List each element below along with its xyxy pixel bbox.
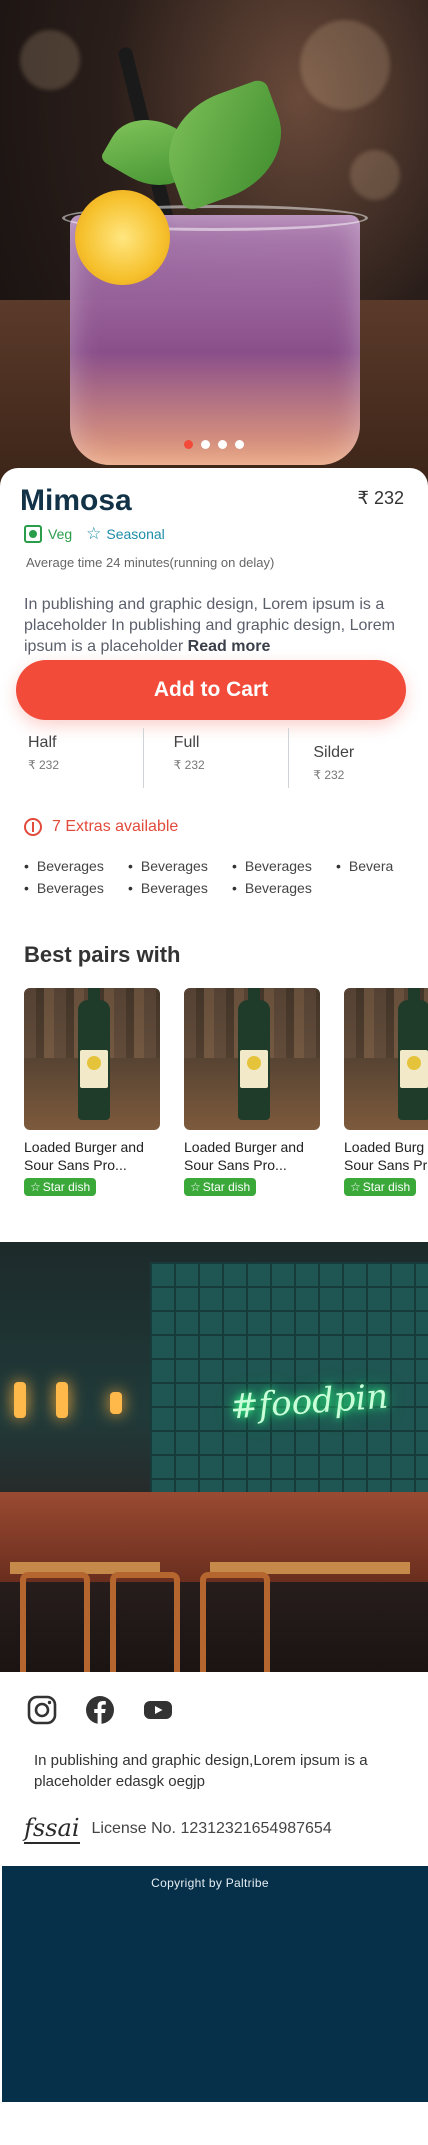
chair	[200, 1572, 270, 1672]
product-tags: Veg ☆ Seasonal	[24, 524, 165, 544]
star-dish-badge: ☆ Star dish	[344, 1178, 417, 1196]
extras-item: Beverages	[232, 880, 336, 896]
portion-price: ₹ 232	[173, 758, 205, 772]
extras-label: 7 Extras available	[52, 818, 179, 835]
best-pairs-carousel[interactable]: Loaded Burger and Sour Sans Pro... ☆ Sta…	[24, 988, 428, 1196]
product-hero-image[interactable]	[0, 0, 428, 490]
portion-name: Silder	[313, 744, 355, 761]
star-icon: ☆	[30, 1180, 41, 1194]
badge-label: Star dish	[362, 1180, 411, 1194]
lemon-slice	[75, 190, 170, 285]
portion-selector: Half ₹ 232 Full ₹ 232 Silder ₹ 232	[0, 728, 428, 788]
youtube-icon[interactable]	[142, 1694, 174, 1726]
pair-image	[24, 988, 160, 1130]
pair-card[interactable]: Loaded Burger and Sour Sans Pro... ☆ Sta…	[24, 988, 160, 1196]
footer-bar	[2, 1866, 428, 2102]
star-dish-badge: ☆ Star dish	[24, 1178, 97, 1196]
footer-description: In publishing and graphic design,Lorem i…	[34, 1752, 368, 1790]
product-name: Mimosa	[20, 484, 132, 517]
star-icon: ☆	[350, 1180, 361, 1194]
license-info: fssai License No. 12312321654987654	[24, 1814, 332, 1844]
portion-price: ₹ 232	[313, 768, 345, 782]
pair-name: Loaded Burg Sour Sans Pr	[344, 1138, 428, 1174]
pair-card[interactable]: Loaded Burger and Sour Sans Pro... ☆ Sta…	[184, 988, 320, 1196]
restaurant-image: #foodpin	[0, 1242, 428, 1672]
seasonal-label: Seasonal	[106, 526, 165, 542]
star-dish-badge: ☆ Star dish	[184, 1178, 257, 1196]
carousel-dot[interactable]	[218, 440, 227, 449]
extras-item: Beverages	[232, 858, 336, 874]
portion-option-half[interactable]: Half ₹ 232	[0, 728, 143, 788]
facebook-icon[interactable]	[84, 1694, 116, 1726]
portion-price: ₹ 232	[28, 758, 59, 772]
extras-item: Beverages	[24, 880, 128, 896]
pair-name-line: Sour Sans Pro...	[24, 1157, 127, 1173]
badge-label: Star dish	[202, 1180, 251, 1194]
copyright-text: Copyright by Paltribe	[151, 1876, 269, 1890]
pair-name-line: Sour Sans Pr	[344, 1157, 428, 1173]
extras-available[interactable]: 7 Extras available	[24, 818, 178, 836]
bokeh-light	[350, 150, 400, 200]
instagram-icon[interactable]	[26, 1694, 58, 1726]
pair-name-line: Sour Sans Pro...	[184, 1157, 287, 1173]
extras-item: Beverages	[128, 858, 232, 874]
pair-name-line: Loaded Burger and	[24, 1139, 144, 1155]
social-links	[26, 1694, 174, 1726]
pair-image	[184, 988, 320, 1130]
seasonal-tag: ☆ Seasonal	[86, 524, 165, 544]
veg-tag: Veg	[24, 525, 72, 543]
fssai-logo: fssai	[24, 1814, 80, 1844]
carousel-dot[interactable]	[201, 440, 210, 449]
mint-leaf	[151, 77, 299, 213]
average-time: Average time 24 minutes(running on delay…	[26, 555, 275, 570]
badge-label: Star dish	[42, 1180, 91, 1194]
extras-item: Bevera	[336, 858, 428, 874]
product-description: In publishing and graphic design, Lorem …	[24, 594, 408, 657]
pair-name-line: Loaded Burg	[344, 1139, 425, 1155]
star-outline-icon: ☆	[86, 524, 102, 543]
bokeh-light	[20, 30, 80, 90]
portion-name: Full	[173, 734, 200, 751]
pair-image	[344, 988, 428, 1130]
wall-lamp	[110, 1392, 122, 1414]
carousel-dot-active[interactable]	[184, 440, 193, 449]
wall-lamp	[56, 1382, 68, 1418]
add-to-cart-button[interactable]: Add to Cart	[16, 660, 406, 720]
best-pairs-title: Best pairs with	[24, 942, 181, 967]
star-icon: ☆	[190, 1180, 201, 1194]
veg-icon	[24, 525, 42, 543]
pair-card[interactable]: Loaded Burg Sour Sans Pr ☆ Star dish	[344, 988, 428, 1196]
pair-name-line: Loaded Burger and	[184, 1139, 304, 1155]
license-number: License No. 12312321654987654	[91, 1820, 332, 1837]
bokeh-light	[300, 20, 390, 110]
product-price: ₹ 232	[357, 488, 405, 508]
extras-icon	[24, 818, 42, 836]
portion-option-full[interactable]: Full ₹ 232	[142, 728, 289, 788]
veg-label: Veg	[48, 526, 73, 542]
extras-item: Beverages	[24, 858, 128, 874]
pair-name: Loaded Burger and Sour Sans Pro...	[184, 1138, 320, 1174]
carousel-indicator	[0, 440, 428, 449]
extras-list: Beverages Beverages Beverages Bevera Bev…	[24, 858, 428, 896]
portion-name: Half	[28, 734, 57, 751]
extras-item: Beverages	[128, 880, 232, 896]
wall-lamp	[14, 1382, 26, 1418]
carousel-dot[interactable]	[235, 440, 244, 449]
chair	[20, 1572, 90, 1672]
read-more-link[interactable]: Read more	[188, 638, 271, 655]
pair-name: Loaded Burger and Sour Sans Pro...	[24, 1138, 160, 1174]
chair	[110, 1572, 180, 1672]
portion-option-silder[interactable]: Silder ₹ 232	[288, 728, 428, 788]
